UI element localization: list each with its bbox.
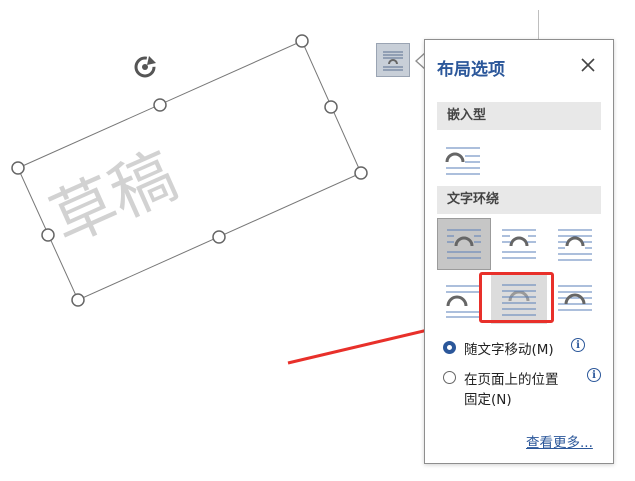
fix-position-radio[interactable] [443, 371, 456, 384]
wrap-in-front-of-text-icon [558, 285, 592, 311]
watermark-text: 草稿 [40, 139, 187, 259]
fix-position-label-line1: 在页面上的位置 [464, 372, 559, 388]
inline-with-text-icon [445, 147, 480, 175]
wrap-through-icon [558, 229, 592, 261]
section-text-wrapping: 文字环绕 [437, 186, 601, 214]
fix-position-option[interactable]: 在页面上的位置 固定(N) [443, 368, 559, 408]
wrap-tight-option[interactable] [495, 220, 543, 268]
rotate-handle-icon[interactable] [134, 56, 156, 78]
section-inline: 嵌入型 [437, 102, 601, 130]
wrap-tight-icon [502, 229, 536, 259]
wrap-square-option[interactable] [437, 218, 491, 270]
resize-handle-bottom-right[interactable] [354, 166, 368, 180]
layout-options-icon [383, 51, 403, 71]
wrap-through-option[interactable] [551, 220, 599, 268]
panel-title: 布局选项 [437, 60, 505, 80]
see-more-link[interactable]: 查看更多... [526, 431, 593, 451]
wrap-in-front-of-text-option[interactable] [551, 276, 599, 324]
resize-handle-top[interactable] [153, 98, 167, 112]
fix-position-label: 在页面上的位置 固定(N) [464, 368, 559, 408]
resize-handle-top-left[interactable] [11, 161, 25, 175]
resize-handle-top-right[interactable] [295, 34, 309, 48]
inline-with-text-option[interactable] [439, 136, 487, 184]
resize-handle-bottom-left[interactable] [71, 293, 85, 307]
wrap-top-bottom-icon [446, 285, 480, 318]
move-with-text-option[interactable]: 随文字移动(M) [443, 338, 554, 358]
page-margin-line [538, 10, 539, 40]
layout-options-button[interactable] [376, 43, 410, 77]
move-with-text-label: 随文字移动(M) [464, 342, 554, 358]
move-with-text-radio[interactable] [443, 341, 456, 354]
close-icon [581, 58, 595, 72]
resize-handle-left[interactable] [41, 228, 55, 242]
textbox-frame[interactable] [17, 40, 362, 301]
fix-position-info-icon[interactable]: i [587, 368, 601, 382]
layout-options-panel: 布局选项 嵌入型 文字环绕 随文字移动(M) i 在页面上的位置 固定(N) i… [424, 39, 614, 464]
annotation-highlight-box [479, 272, 554, 323]
wrap-square-icon [447, 229, 481, 259]
fix-position-label-line2: 固定(N) [464, 392, 512, 408]
resize-handle-bottom[interactable] [212, 230, 226, 244]
resize-handle-right[interactable] [324, 100, 338, 114]
move-with-text-info-icon[interactable]: i [571, 338, 585, 352]
close-button[interactable] [577, 54, 599, 76]
